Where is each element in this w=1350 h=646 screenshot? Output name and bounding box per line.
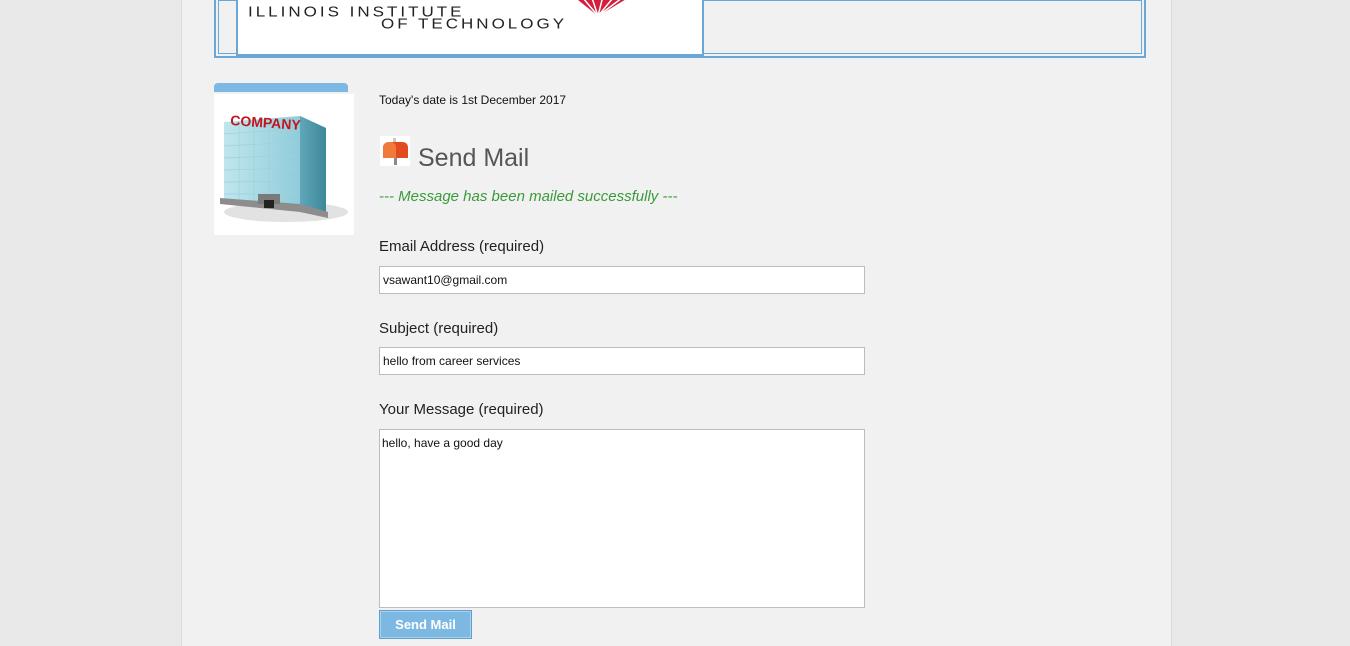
mailbox-icon	[380, 136, 410, 166]
logo-text-line2: OF TECHNOLOGY	[381, 15, 568, 32]
company-building-image: COMPANY	[214, 94, 354, 235]
date-text: Today's date is 1st December 2017	[379, 93, 567, 107]
message-textarea[interactable]: hello, have a good day	[379, 429, 865, 608]
building-icon: COMPANY	[220, 112, 348, 222]
message-label: Your Message (required)	[379, 401, 544, 418]
page-title: Send Mail	[418, 144, 530, 172]
sidebar-tab	[214, 83, 348, 92]
email-field[interactable]	[379, 266, 865, 294]
university-logo[interactable]: ILLINOIS INSTITUTE OF TECHNOLOGY	[236, 0, 704, 56]
send-mail-button[interactable]: Send Mail	[379, 610, 472, 639]
logo-mark-icon	[578, 0, 625, 17]
subject-label: Subject (required)	[379, 320, 499, 337]
success-message: --- Message has been mailed successfully…	[379, 188, 678, 205]
subject-field[interactable]	[379, 347, 865, 375]
email-label: Email Address (required)	[379, 238, 545, 255]
